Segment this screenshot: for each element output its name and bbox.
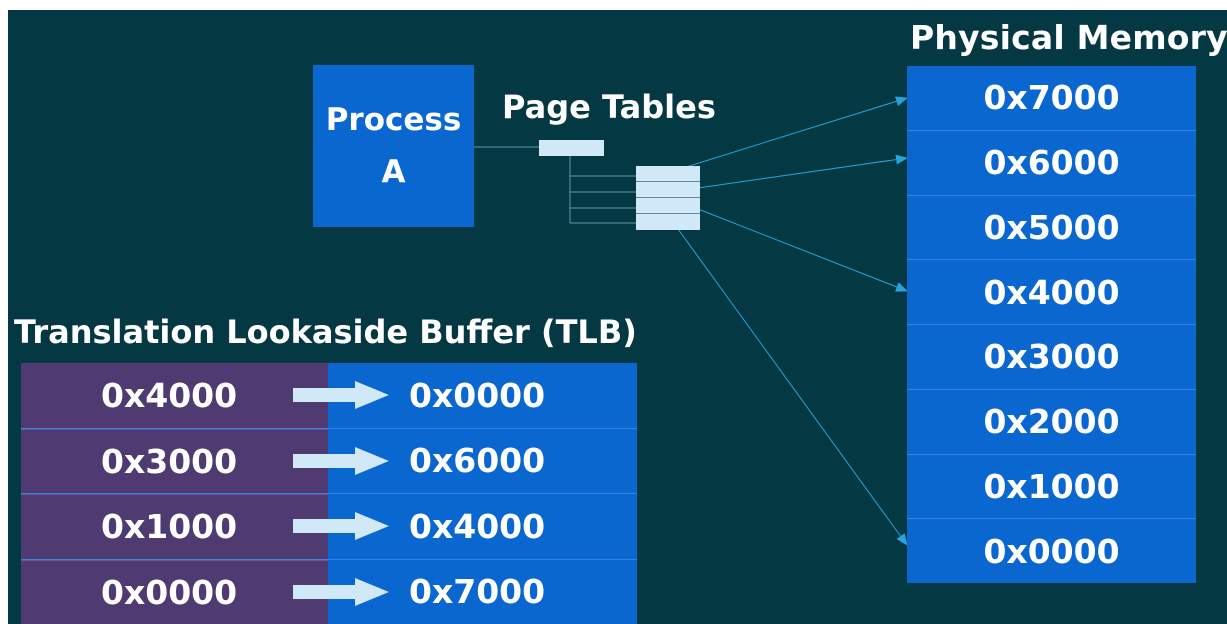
arrow-right-icon bbox=[293, 577, 389, 606]
tlb-title: Translation Lookaside Buffer (TLB) bbox=[14, 313, 637, 351]
page-table-leaf bbox=[636, 166, 700, 230]
mapping-arrow-to-0x6000 bbox=[669, 154, 908, 193]
page-table-entry bbox=[636, 198, 700, 214]
page-table-entry bbox=[636, 214, 700, 230]
memory-frame: 0x1000 bbox=[907, 453, 1196, 519]
tlb-row: 0x0000 0x7000 bbox=[21, 558, 637, 624]
tlb-row: 0x3000 0x6000 bbox=[21, 427, 637, 493]
arrow-right-icon bbox=[293, 512, 389, 540]
page-table-root bbox=[539, 140, 604, 156]
process-id-label: A bbox=[381, 154, 406, 190]
tlb-virtual-address: 0x3000 bbox=[21, 428, 328, 493]
physical-memory-block: 0x7000 0x6000 0x5000 0x4000 0x3000 0x200… bbox=[907, 66, 1196, 583]
memory-frame: 0x0000 bbox=[907, 518, 1196, 583]
memory-frame: 0x7000 bbox=[983, 78, 1120, 118]
memory-frame: 0x4000 bbox=[907, 259, 1196, 324]
memory-frame: 0x3000 bbox=[907, 324, 1196, 389]
mapping-arrow-to-0x4000 bbox=[669, 197, 908, 292]
tlb-virtual-address: 0x1000 bbox=[21, 494, 328, 559]
arrow-right-icon bbox=[293, 381, 389, 409]
memory-frame: 0x2000 bbox=[907, 388, 1196, 454]
mapping-arrow-to-0x0000 bbox=[669, 217, 908, 546]
tlb-virtual-address: 0x0000 bbox=[21, 559, 328, 624]
memory-frame: 0x6000 bbox=[907, 129, 1196, 195]
page-table-entry bbox=[636, 182, 700, 198]
physical-memory-title: Physical Memory bbox=[910, 18, 1227, 57]
process-a-box: Process A bbox=[313, 65, 474, 227]
tlb-virtual-address: 0x4000 bbox=[21, 363, 328, 428]
arrow-right-icon bbox=[293, 446, 389, 475]
memory-frame: 0x5000 bbox=[907, 194, 1196, 260]
process-label: Process bbox=[325, 102, 462, 138]
tlb-table: 0x4000 0x0000 0x3000 0x6000 0x1000 0x400… bbox=[21, 363, 637, 624]
page-table-entry bbox=[636, 166, 700, 182]
page-tables-title: Page Tables bbox=[502, 88, 716, 126]
tlb-row: 0x1000 0x4000 bbox=[21, 493, 637, 559]
diagram-canvas: Physical Memory Page Tables Translation … bbox=[8, 10, 1227, 624]
tlb-row: 0x4000 0x0000 bbox=[21, 363, 637, 428]
